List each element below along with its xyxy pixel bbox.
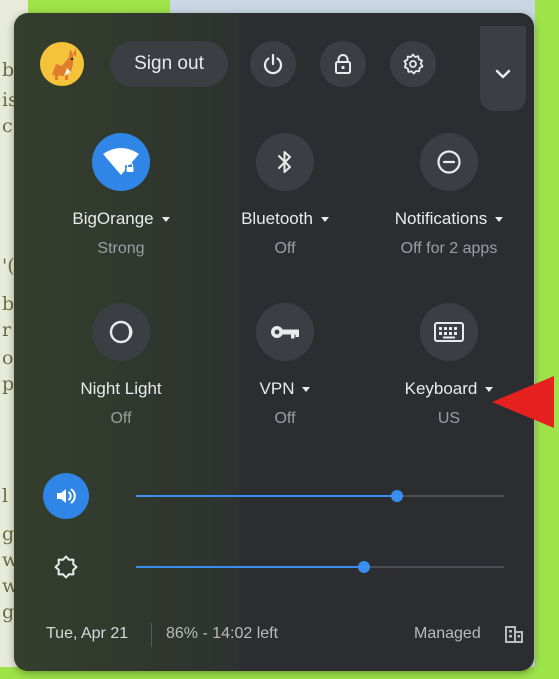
vpn-label: VPN bbox=[259, 379, 295, 398]
bluetooth-label: Bluetooth bbox=[241, 209, 313, 228]
notifications-off-icon bbox=[437, 150, 461, 174]
lock-icon bbox=[335, 54, 351, 74]
brightness-button[interactable] bbox=[43, 544, 89, 590]
background-text: '( bbox=[2, 255, 15, 277]
notifications-status: Off for 2 apps bbox=[400, 240, 498, 257]
background-text: c bbox=[2, 115, 13, 137]
top-row: Sign out bbox=[14, 26, 534, 111]
background-text: o bbox=[2, 347, 14, 369]
footer-divider bbox=[151, 623, 152, 647]
background-text: l bbox=[2, 485, 9, 507]
bluetooth-icon bbox=[278, 151, 291, 173]
dropdown-caret-icon[interactable] bbox=[161, 217, 170, 223]
sign-out-button[interactable]: Sign out bbox=[110, 41, 228, 87]
vpn-status: Off bbox=[274, 410, 296, 427]
night-light-toggle[interactable] bbox=[92, 303, 150, 361]
wifi-icon bbox=[103, 148, 139, 175]
building-icon[interactable] bbox=[504, 624, 524, 649]
night-light-icon bbox=[109, 320, 133, 344]
keyboard-icon bbox=[434, 322, 464, 342]
network-status: Strong bbox=[97, 240, 145, 257]
collapse-button[interactable] bbox=[480, 26, 526, 111]
quick-settings-panel: Sign out BigOrange Strong Bluetooth Off … bbox=[14, 13, 534, 671]
power-button[interactable] bbox=[250, 41, 296, 87]
brightness-slider-fill bbox=[136, 566, 364, 568]
corgi-avatar-icon bbox=[52, 48, 76, 80]
settings-button[interactable] bbox=[390, 41, 436, 87]
background-text: r bbox=[2, 319, 12, 341]
settings-icon bbox=[403, 53, 424, 75]
background-text: b bbox=[2, 59, 15, 81]
bluetooth-toggle[interactable] bbox=[256, 133, 314, 191]
status-footer: Tue, Apr 21 86% - 14:02 left Managed bbox=[14, 618, 534, 652]
bluetooth-tile[interactable]: Bluetooth Off bbox=[205, 133, 365, 258]
battery-status: 86% - 14:02 left bbox=[166, 625, 279, 642]
network-tile[interactable]: BigOrange Strong bbox=[41, 133, 201, 258]
lock-button[interactable] bbox=[320, 41, 366, 87]
volume-button[interactable] bbox=[43, 473, 89, 519]
notifications-tile[interactable]: Notifications Off for 2 apps bbox=[369, 133, 529, 258]
power-icon bbox=[263, 53, 283, 75]
background-text: g bbox=[2, 601, 15, 623]
volume-slider-thumb[interactable] bbox=[391, 490, 403, 502]
vpn-key-icon bbox=[271, 326, 299, 339]
background-text: g bbox=[2, 523, 15, 545]
notifications-label: Notifications bbox=[394, 209, 488, 228]
background-text: b bbox=[2, 293, 15, 315]
dropdown-caret-icon[interactable] bbox=[320, 217, 329, 223]
bluetooth-status: Off bbox=[274, 240, 296, 257]
brightness-slider-thumb[interactable] bbox=[358, 561, 370, 573]
volume-slider-fill bbox=[136, 495, 397, 497]
network-toggle[interactable] bbox=[92, 133, 150, 191]
night-light-status: Off bbox=[110, 410, 132, 427]
volume-slider[interactable] bbox=[136, 490, 504, 502]
background-window-edge bbox=[535, 0, 559, 679]
vpn-tile[interactable]: VPN Off bbox=[205, 303, 365, 428]
keyboard-toggle[interactable] bbox=[420, 303, 478, 361]
night-light-tile[interactable]: Night Light Off bbox=[41, 303, 201, 428]
brightness-icon bbox=[54, 555, 78, 579]
brightness-slider[interactable] bbox=[136, 561, 504, 573]
user-avatar[interactable] bbox=[40, 42, 84, 86]
vpn-toggle[interactable] bbox=[256, 303, 314, 361]
dropdown-caret-icon[interactable] bbox=[302, 387, 311, 393]
managed-label[interactable]: Managed bbox=[414, 625, 481, 643]
dropdown-caret-icon[interactable] bbox=[495, 217, 504, 223]
keyboard-label: Keyboard bbox=[404, 379, 478, 398]
chevron-down-icon bbox=[495, 69, 511, 78]
night-light-label: Night Light bbox=[80, 379, 162, 398]
background-text: p bbox=[2, 373, 15, 395]
volume-icon bbox=[57, 488, 76, 504]
annotation-arrow bbox=[492, 376, 554, 428]
network-label: BigOrange bbox=[72, 209, 154, 228]
date-label[interactable]: Tue, Apr 21 bbox=[46, 625, 128, 643]
notifications-toggle[interactable] bbox=[420, 133, 478, 191]
